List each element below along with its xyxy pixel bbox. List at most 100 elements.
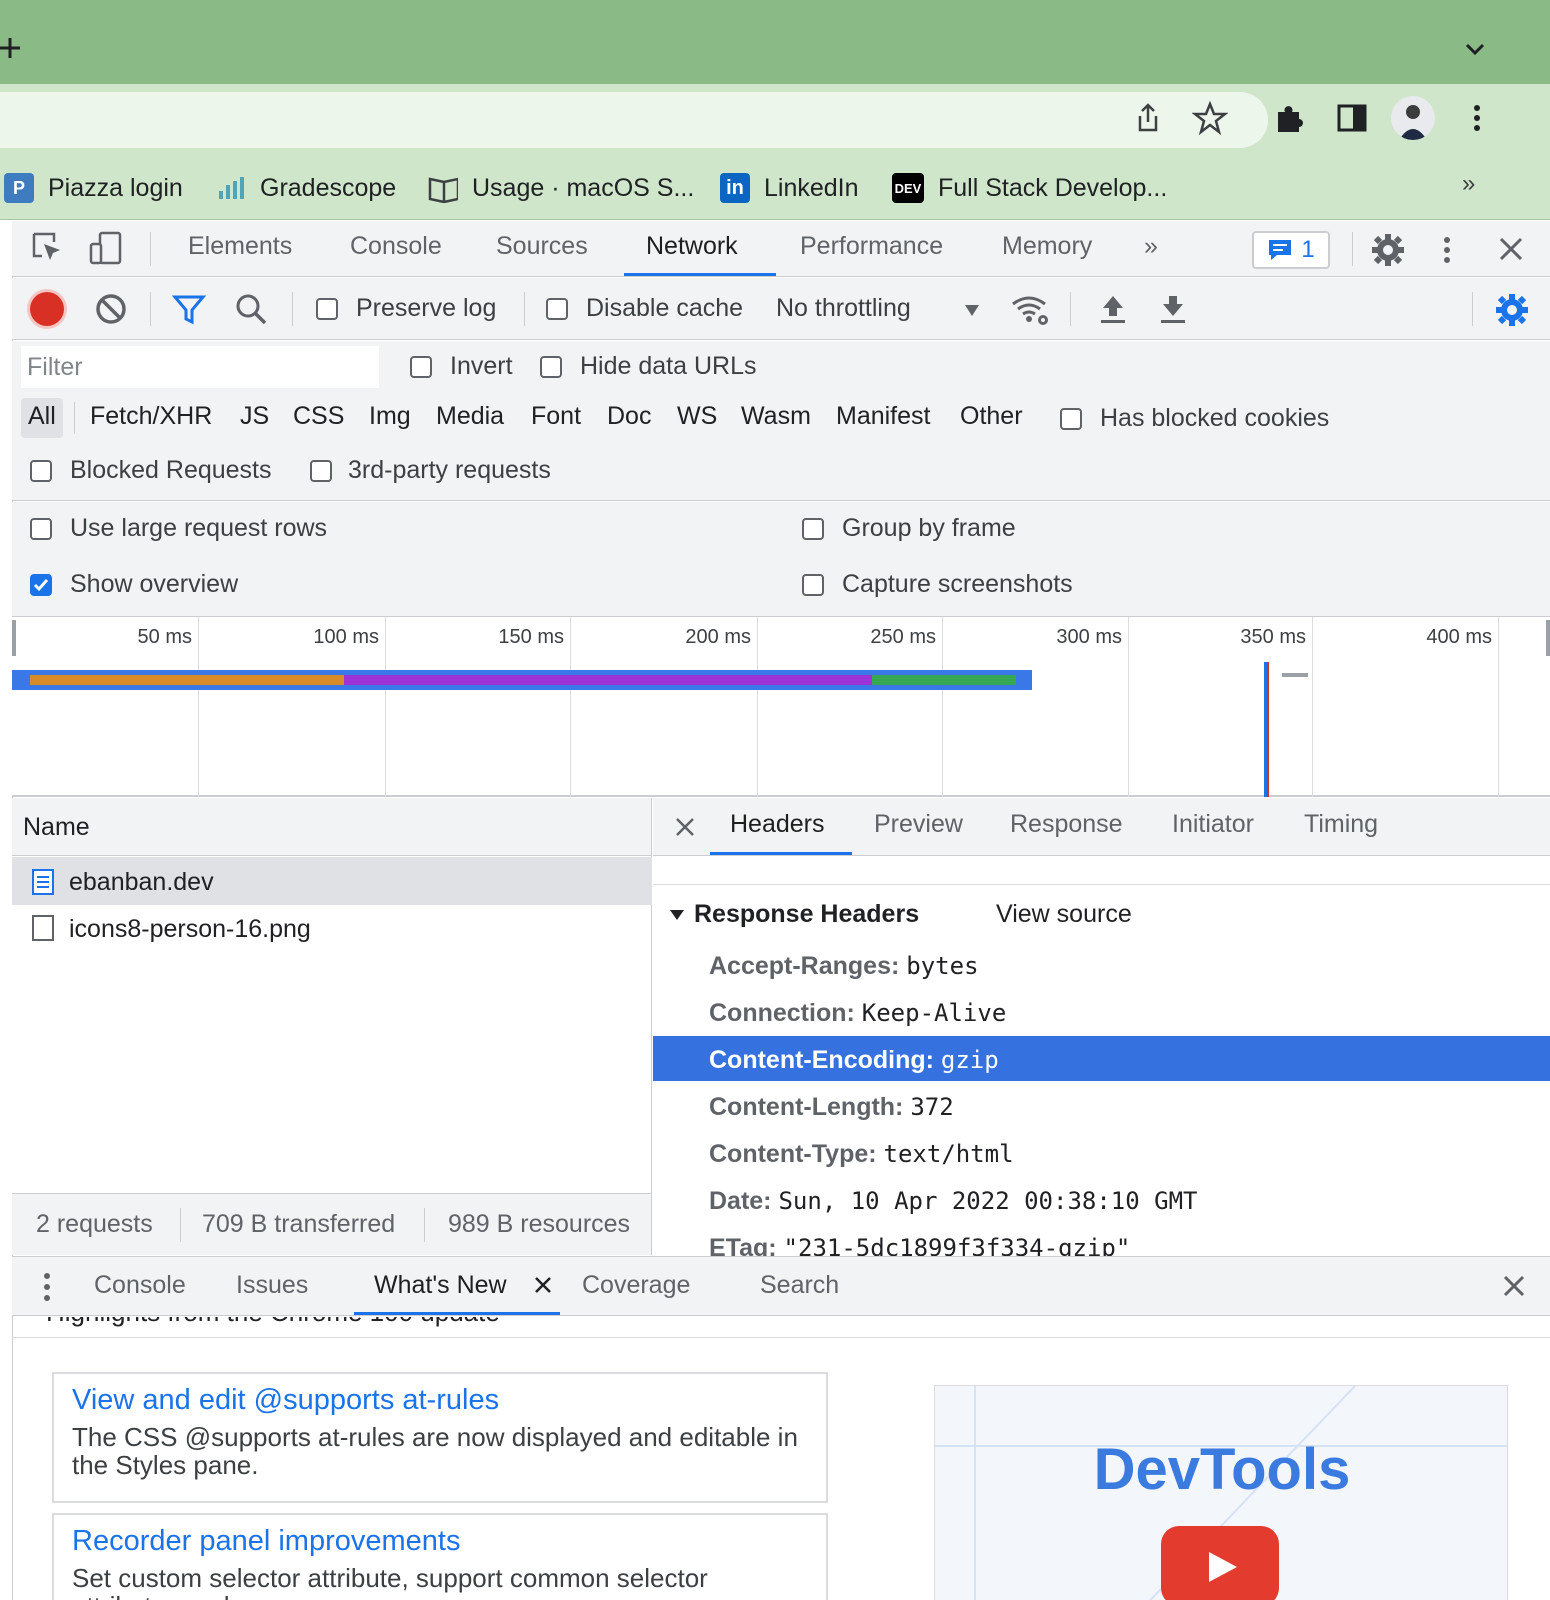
close-details-button[interactable]: [672, 814, 698, 840]
header-row[interactable]: Date: Sun, 10 Apr 2022 00:38:10 GMT: [709, 1187, 1198, 1216]
device-toolbar-button[interactable]: [88, 230, 124, 266]
close-devtools-button[interactable]: [1496, 234, 1526, 264]
more-tabs-chevron-icon[interactable]: »: [1144, 232, 1158, 261]
bookmark-macos-usage[interactable]: Usage · macOS S...: [428, 170, 694, 206]
response-headers-section-toggle[interactable]: Response Headers: [668, 900, 919, 929]
filter-type-manifest[interactable]: Manifest: [836, 402, 930, 431]
tab-headers[interactable]: Headers: [730, 810, 825, 839]
share-button[interactable]: [1130, 100, 1166, 136]
whats-new-video-thumbnail[interactable]: DevTools: [934, 1385, 1508, 1600]
filter-type-font[interactable]: Font: [531, 402, 581, 431]
drawer-tab-issues[interactable]: Issues: [236, 1271, 308, 1300]
browser-menu-button[interactable]: [1462, 100, 1492, 136]
record-button[interactable]: [30, 292, 64, 326]
drawer-tab-coverage[interactable]: Coverage: [582, 1271, 690, 1300]
card-title-link[interactable]: Recorder panel improvements: [72, 1525, 808, 1558]
header-row[interactable]: ETag: "231-5dc1899f3f334-gzip": [709, 1234, 1130, 1256]
group-by-frame-checkbox[interactable]: [802, 518, 824, 540]
filter-type-js[interactable]: JS: [240, 402, 269, 431]
whats-new-card[interactable]: Recorder panel improvements Set custom s…: [52, 1513, 828, 1600]
capture-screenshots-checkbox[interactable]: [802, 574, 824, 596]
whats-new-card[interactable]: View and edit @supports at-rules The CSS…: [52, 1372, 828, 1503]
header-row[interactable]: Content-Type: text/html: [709, 1140, 1014, 1169]
inspect-element-button[interactable]: [30, 230, 66, 266]
filter-toggle-button[interactable]: [172, 292, 206, 326]
tab-timing[interactable]: Timing: [1304, 810, 1378, 839]
drawer-menu-button[interactable]: [38, 1270, 56, 1304]
bookmarks-overflow-button[interactable]: »: [1462, 170, 1475, 198]
third-party-checkbox[interactable]: [310, 460, 332, 482]
filter-type-wasm[interactable]: Wasm: [741, 402, 811, 431]
side-panel-button[interactable]: [1334, 100, 1370, 136]
filter-type-ws[interactable]: WS: [677, 402, 717, 431]
bar-segment-content: [872, 675, 1016, 685]
tab-sources[interactable]: Sources: [496, 232, 588, 261]
header-row[interactable]: Accept-Ranges: bytes: [709, 952, 979, 981]
play-button[interactable]: [1161, 1526, 1279, 1600]
tab-performance[interactable]: Performance: [800, 232, 943, 261]
clear-button[interactable]: [94, 292, 128, 326]
tab-memory[interactable]: Memory: [1002, 232, 1092, 261]
view-source-button[interactable]: View source: [996, 900, 1132, 929]
network-settings-button[interactable]: [1494, 292, 1530, 328]
name-column-header[interactable]: Name: [23, 813, 90, 842]
kebab-menu-icon: [1474, 105, 1480, 131]
drawer-tab-console[interactable]: Console: [94, 1271, 186, 1300]
tab-response[interactable]: Response: [1010, 810, 1123, 839]
header-row-selected[interactable]: Content-Encoding: gzip: [709, 1046, 999, 1075]
overview-left-handle[interactable]: [12, 620, 16, 656]
blocked-requests-checkbox[interactable]: [30, 460, 52, 482]
tab-search-button[interactable]: [1460, 34, 1490, 64]
export-har-button[interactable]: [1156, 292, 1190, 326]
profile-avatar[interactable]: [1391, 96, 1435, 140]
tab-console[interactable]: Console: [350, 232, 442, 261]
filter-type-media[interactable]: Media: [436, 402, 504, 431]
bookmark-dev[interactable]: DEV Full Stack Develop...: [892, 170, 1167, 206]
drawer-tab-search[interactable]: Search: [760, 1271, 839, 1300]
network-overview[interactable]: [12, 617, 1550, 797]
invert-checkbox[interactable]: [410, 356, 432, 378]
upload-icon: [1101, 296, 1125, 323]
import-har-button[interactable]: [1096, 292, 1130, 326]
filter-type-all[interactable]: All: [28, 402, 56, 431]
drawer-tab-whats-new[interactable]: What's New: [374, 1271, 507, 1300]
close-drawer-button[interactable]: [1500, 1272, 1528, 1300]
issues-badge[interactable]: 1: [1252, 231, 1330, 269]
search-button[interactable]: [234, 292, 268, 326]
bookmark-piazza[interactable]: P Piazza login: [4, 170, 183, 206]
preserve-log-checkbox[interactable]: [316, 298, 338, 320]
close-whats-new-tab-button[interactable]: [532, 1274, 554, 1296]
has-blocked-cookies-checkbox[interactable]: [1060, 408, 1082, 430]
devtools-menu-button[interactable]: [1436, 232, 1458, 268]
card-title-link[interactable]: View and edit @supports at-rules: [72, 1384, 808, 1417]
bookmark-linkedin[interactable]: in LinkedIn: [720, 170, 859, 206]
header-row[interactable]: Content-Length: 372: [709, 1093, 954, 1122]
large-rows-checkbox[interactable]: [30, 518, 52, 540]
throttling-select[interactable]: No throttling: [776, 292, 988, 328]
bookmark-gradescope[interactable]: Gradescope: [216, 170, 396, 206]
tab-network[interactable]: Network: [646, 232, 738, 261]
request-row[interactable]: icons8-person-16.png: [12, 905, 652, 951]
filter-type-other[interactable]: Other: [960, 402, 1023, 431]
request-row[interactable]: ebanban.dev: [12, 857, 652, 905]
filter-type-css[interactable]: CSS: [293, 402, 344, 431]
header-row[interactable]: Connection: Keep-Alive: [709, 999, 1006, 1028]
extensions-button[interactable]: [1272, 100, 1308, 136]
hide-data-urls-checkbox[interactable]: [540, 356, 562, 378]
filter-input[interactable]: [21, 346, 379, 388]
overview-right-handle[interactable]: [1546, 620, 1550, 656]
new-tab-button[interactable]: [0, 30, 30, 66]
filter-type-fetch-xhr[interactable]: Fetch/XHR: [90, 402, 212, 431]
tab-initiator[interactable]: Initiator: [1172, 810, 1254, 839]
disable-cache-checkbox[interactable]: [546, 298, 568, 320]
devtools-settings-button[interactable]: [1370, 232, 1406, 268]
show-overview-checkbox[interactable]: [30, 574, 52, 596]
network-conditions-button[interactable]: [1010, 292, 1052, 328]
tab-elements[interactable]: Elements: [188, 232, 292, 261]
address-bar[interactable]: [0, 92, 1268, 148]
chevron-down-icon: [1465, 43, 1485, 56]
tab-preview[interactable]: Preview: [874, 810, 963, 839]
bookmark-star-button[interactable]: [1192, 100, 1228, 136]
filter-type-doc[interactable]: Doc: [607, 402, 651, 431]
filter-type-img[interactable]: Img: [369, 402, 411, 431]
